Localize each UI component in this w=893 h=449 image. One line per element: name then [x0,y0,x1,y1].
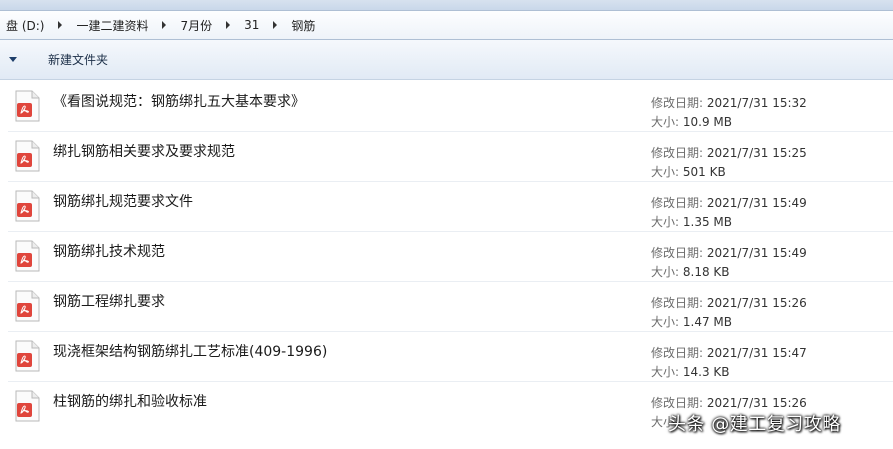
modified-label: 修改日期: [651,296,704,310]
file-modified: 修改日期: 2021/7/31 15:49 [651,194,807,211]
file-size: 大小: 8.18 KB [651,263,730,280]
file-row[interactable]: 钢筋绑扎规范要求文件 修改日期: 2021/7/31 15:49 大小: 1.35 … [0,182,893,232]
modified-value: 2021/7/31 15:26 [706,296,807,310]
window-top-strip [0,0,893,10]
size-value: 10.9 MB [682,115,732,129]
modified-label: 修改日期: [651,146,704,160]
breadcrumb-separator-icon[interactable] [226,21,231,29]
size-value: 14.3 KB [682,365,730,379]
pdf-file-icon [15,90,40,122]
size-label: 大小: [651,115,680,129]
file-size: 大小: 10.9 MB [651,113,732,130]
modified-label: 修改日期: [651,246,704,260]
new-folder-button[interactable]: 新建文件夹 [42,47,114,72]
file-name: 《看图说规范：钢筋绑扎五大基本要求》 [53,94,305,110]
breadcrumb-separator-icon[interactable] [273,21,278,29]
file-name: 钢筋绑扎技术规范 [53,244,165,260]
breadcrumb-drive[interactable]: 盘 (D:) [0,14,54,36]
breadcrumb-item[interactable]: 31 [238,14,269,36]
size-label: 大小: [651,315,680,329]
organize-dropdown[interactable] [2,49,24,71]
address-bar[interactable]: 盘 (D:) 一建二建资料 7月份 31 钢筋 [0,10,893,40]
modified-value: 2021/7/31 15:32 [706,96,807,110]
file-modified: 修改日期: 2021/7/31 15:26 [651,294,807,311]
breadcrumb-separator-icon[interactable] [58,21,63,29]
file-size: 大小: 501 KB [651,163,726,180]
modified-value: 2021/7/31 15:47 [706,346,807,360]
command-toolbar: 新建文件夹 [0,40,893,80]
size-value: 501 KB [682,165,726,179]
pdf-file-icon [15,290,40,322]
size-label: 大小: [651,215,680,229]
watermark: 头条 @建工复习攻略 [668,414,841,435]
pdf-file-icon [15,140,40,172]
modified-value: 2021/7/31 15:26 [706,396,807,410]
file-row[interactable]: 《看图说规范：钢筋绑扎五大基本要求》 修改日期: 2021/7/31 15:32 大… [0,82,893,132]
modified-label: 修改日期: [651,96,704,110]
size-value: 1.35 MB [682,215,732,229]
pdf-file-icon [15,340,40,372]
modified-value: 2021/7/31 15:25 [706,146,807,160]
size-value: 1.47 MB [682,315,732,329]
pdf-file-icon [15,240,40,272]
file-size: 大小: 14.3 KB [651,363,730,380]
breadcrumb-item[interactable]: 一建二建资料 [70,14,158,36]
size-label: 大小: [651,165,680,179]
modified-label: 修改日期: [651,196,704,210]
file-row[interactable]: 现浇框架结构钢筋绑扎工艺标准(409-1996) 修改日期: 2021/7/31 … [0,332,893,382]
breadcrumb-item[interactable]: 7月份 [174,14,222,36]
breadcrumb-current[interactable]: 钢筋 [285,14,325,36]
file-row[interactable]: 绑扎钢筋相关要求及要求规范 修改日期: 2021/7/31 15:25 大小: 50… [0,132,893,182]
file-modified: 修改日期: 2021/7/31 15:26 [651,394,807,411]
chevron-down-icon [9,57,17,62]
pdf-file-icon [15,190,40,222]
file-name: 钢筋绑扎规范要求文件 [53,194,193,210]
modified-label: 修改日期: [651,396,704,410]
modified-value: 2021/7/31 15:49 [706,246,807,260]
size-label: 大小: [651,265,680,279]
file-row[interactable]: 钢筋工程绑扎要求 修改日期: 2021/7/31 15:26 大小: 1.47 MB [0,282,893,332]
file-modified: 修改日期: 2021/7/31 15:32 [651,94,807,111]
modified-value: 2021/7/31 15:49 [706,196,807,210]
breadcrumb-separator-icon[interactable] [162,21,167,29]
file-row[interactable]: 钢筋绑扎技术规范 修改日期: 2021/7/31 15:49 大小: 8.18 KB [0,232,893,282]
file-size: 大小: 1.35 MB [651,213,732,230]
file-modified: 修改日期: 2021/7/31 15:49 [651,244,807,261]
file-modified: 修改日期: 2021/7/31 15:25 [651,144,807,161]
file-name: 绑扎钢筋相关要求及要求规范 [53,144,235,160]
file-name: 柱钢筋的绑扎和验收标准 [53,394,207,410]
pdf-file-icon [15,390,40,422]
size-label: 大小: [651,365,680,379]
size-value: 8.18 KB [682,265,730,279]
file-name: 现浇框架结构钢筋绑扎工艺标准(409-1996) [53,344,328,360]
modified-label: 修改日期: [651,346,704,360]
file-list: 《看图说规范：钢筋绑扎五大基本要求》 修改日期: 2021/7/31 15:32 大… [0,82,893,449]
file-size: 大小: 1.47 MB [651,313,732,330]
file-modified: 修改日期: 2021/7/31 15:47 [651,344,807,361]
file-name: 钢筋工程绑扎要求 [53,294,165,310]
